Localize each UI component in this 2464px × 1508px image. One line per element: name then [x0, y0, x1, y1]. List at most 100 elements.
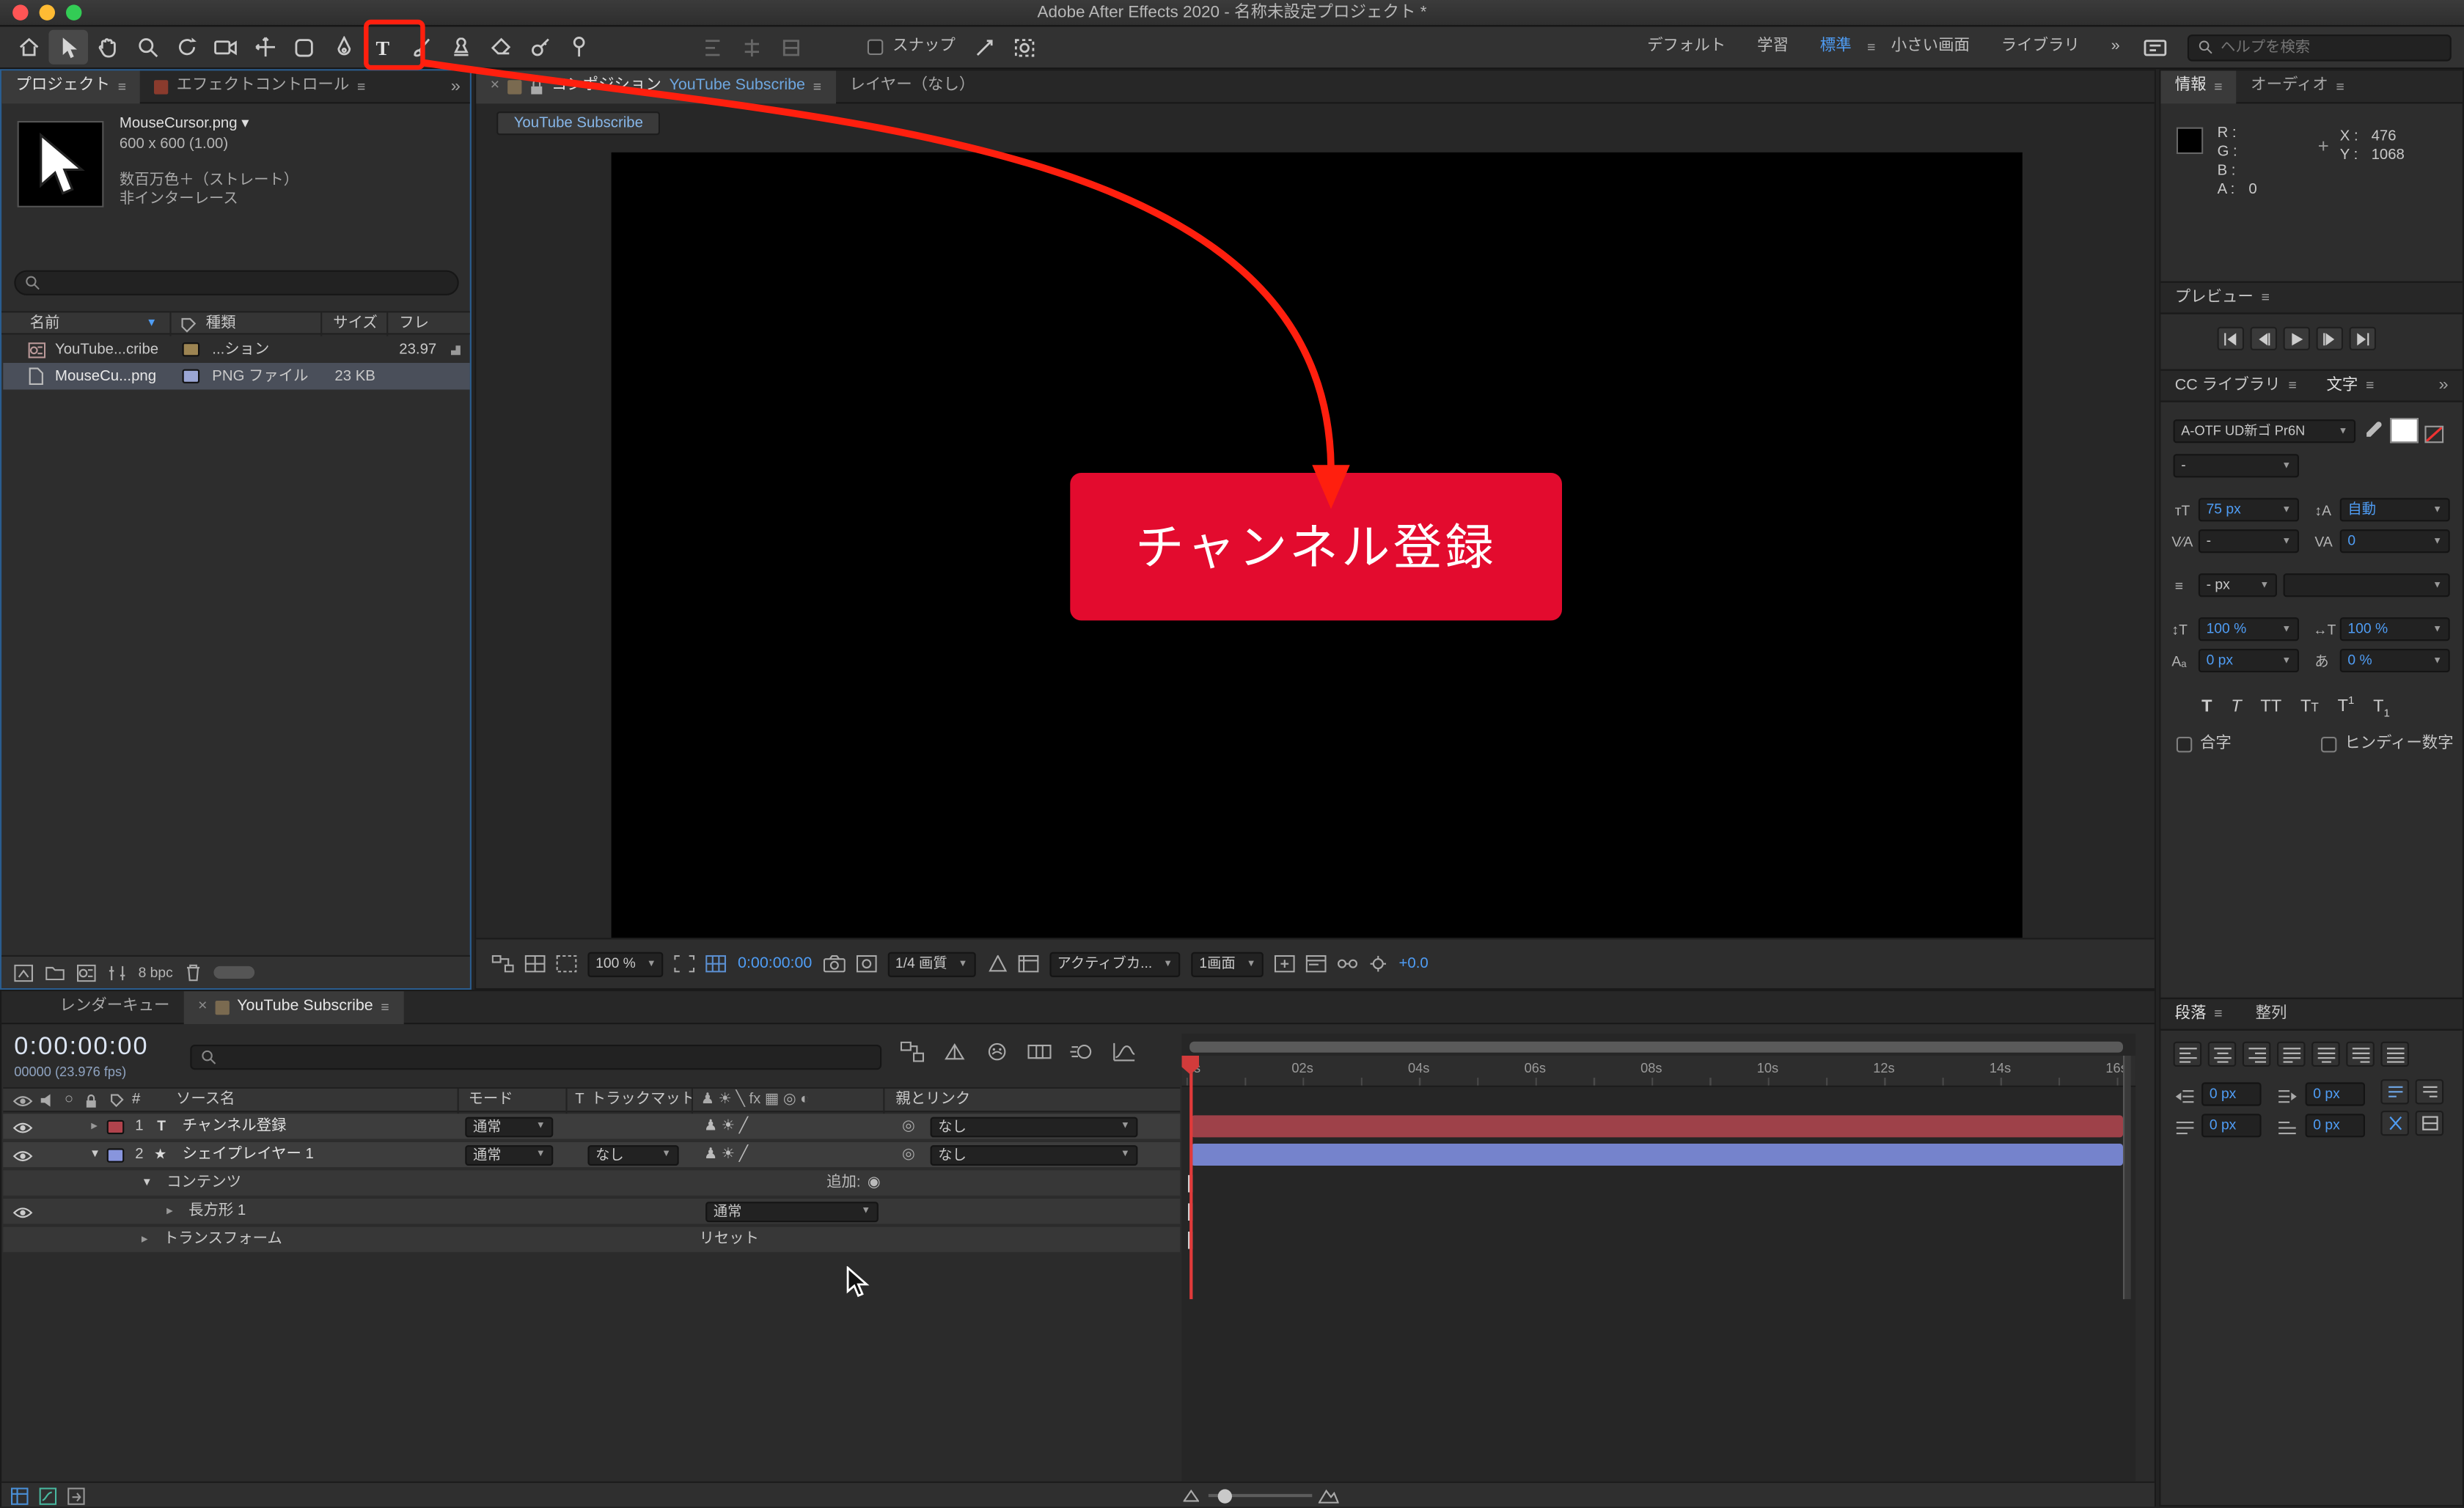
- scrollbar-thumb[interactable]: [213, 966, 255, 979]
- frame-blending-icon[interactable]: [1027, 1042, 1052, 1062]
- lock-icon[interactable]: [529, 78, 543, 95]
- project-row-png-selected[interactable]: MouseCu...png PNG ファイル 23 KB: [3, 362, 470, 390]
- layer-row-1[interactable]: ▸ 1 T チャンネル登録 通常 ▼ ♟ ☀ ╱ ◎ なし ▼: [3, 1114, 1181, 1141]
- hand-tool[interactable]: [88, 30, 128, 65]
- collapse-arrow-icon[interactable]: ▼: [142, 1177, 153, 1188]
- next-frame-button[interactable]: [2316, 326, 2343, 350]
- tsume-preset-select[interactable]: ▼: [2283, 573, 2450, 597]
- zoom-in-mountain-icon[interactable]: [1318, 1486, 1339, 1504]
- stroke-color-swatch[interactable]: [2424, 425, 2444, 444]
- pan-behind-tool[interactable]: [245, 30, 285, 65]
- eye-icon[interactable]: [12, 1150, 33, 1163]
- rotate-tool[interactable]: [166, 30, 206, 65]
- expand-layers-toggle-icon[interactable]: [11, 1487, 29, 1505]
- blend-mode-select[interactable]: 通常 ▼: [465, 1144, 554, 1165]
- vertical-scale-select[interactable]: 100 % ▼: [2198, 617, 2299, 641]
- channel-grid-icon[interactable]: [524, 955, 546, 973]
- eye-icon[interactable]: [12, 1122, 33, 1134]
- time-ruler[interactable]: 0s 02s 04s 06s 08s 10s 12s 14s 16s: [1181, 1056, 2136, 1087]
- layer-label-chip[interactable]: [106, 1148, 125, 1163]
- reset-link[interactable]: リセット: [700, 1232, 759, 1247]
- workspace-default[interactable]: デフォルト: [1647, 38, 1726, 55]
- space-after-field[interactable]: 0 px: [2305, 1114, 2365, 1138]
- project-bit-depth[interactable]: 8 bpc: [139, 965, 173, 979]
- statusbar-timecode[interactable]: 0:00:00:00: [738, 955, 812, 971]
- indent-left-field[interactable]: 0 px: [2201, 1082, 2262, 1106]
- text-direction-rtl-button[interactable]: [2415, 1079, 2444, 1105]
- blend-mode-select[interactable]: 通常 ▼: [465, 1116, 554, 1137]
- tab-audio[interactable]: オーディオ ≡: [2237, 70, 2358, 103]
- justify-last-right-button[interactable]: [2346, 1041, 2375, 1067]
- fill-color-swatch[interactable]: [2390, 418, 2419, 444]
- layer-name[interactable]: シェイプレイヤー 1: [183, 1147, 314, 1162]
- tab-cc-libraries[interactable]: CC ライブラリ: [2175, 377, 2281, 393]
- zoom-tool[interactable]: [128, 30, 167, 65]
- horizontal-scale-select[interactable]: 100 % ▼: [2339, 617, 2450, 641]
- workspace-small-screen[interactable]: 小さい画面: [1891, 38, 1970, 55]
- layer-label-chip[interactable]: [106, 1119, 125, 1135]
- tsume-value-select[interactable]: - px ▼: [2198, 573, 2277, 597]
- property-row-contents[interactable]: ▼ コンテンツ 追加: ◉: [3, 1170, 1181, 1197]
- indent-right-field[interactable]: 0 px: [2305, 1082, 2365, 1106]
- collapse-arrow-icon[interactable]: ▼: [89, 1150, 100, 1161]
- timeline-search-input[interactable]: [224, 1048, 871, 1066]
- space-before-field[interactable]: 0 px: [2201, 1114, 2262, 1138]
- snap-options-icon[interactable]: [965, 30, 1005, 65]
- new-folder-icon[interactable]: [45, 965, 65, 981]
- last-frame-button[interactable]: [2349, 326, 2376, 350]
- baseline-shift-select[interactable]: 0 px ▼: [2198, 649, 2299, 673]
- justify-all-button[interactable]: [2380, 1041, 2409, 1067]
- tab-info[interactable]: 情報 ≡: [2160, 70, 2237, 103]
- draft-3d-icon[interactable]: [943, 1042, 967, 1062]
- zoom-slider-handle[interactable]: [1217, 1488, 1232, 1503]
- transfer-toggle-icon[interactable]: [67, 1487, 85, 1505]
- eye-icon[interactable]: [12, 1207, 33, 1219]
- workspace-overflow-icon[interactable]: »: [2111, 38, 2120, 55]
- justify-last-left-button[interactable]: [2277, 1041, 2306, 1067]
- pen-tool[interactable]: [323, 30, 363, 65]
- expand-arrow-icon[interactable]: ▸: [142, 1232, 148, 1246]
- pickwhip-icon[interactable]: ◎: [902, 1147, 915, 1162]
- eyedropper-icon[interactable]: [2365, 421, 2383, 440]
- kinsoku-button[interactable]: [2380, 1111, 2409, 1136]
- timeline-columns-header[interactable]: ○ # ソース名 モード T トラックマット ♟ ☀ ╲ fx ▦ ◎ ◐ 親と…: [3, 1086, 1181, 1114]
- ligatures-option[interactable]: 合字: [2176, 736, 2232, 753]
- project-row-composition[interactable]: YouTube...cribe ...ション 23.97: [3, 336, 469, 363]
- mojikumi-button[interactable]: [2415, 1111, 2444, 1136]
- hindi-digits-option[interactable]: ヒンディー数字: [2321, 736, 2454, 753]
- shared-project-icon[interactable]: [2135, 30, 2175, 65]
- workspace-menu-icon[interactable]: ≡: [1867, 40, 1875, 54]
- tab-layer-viewer[interactable]: レイヤー（なし）: [835, 70, 989, 103]
- tab-project[interactable]: プロジェクト ≡: [1, 70, 141, 103]
- camera-select[interactable]: アクティブカ... ▼: [1049, 951, 1181, 976]
- close-tab-icon[interactable]: ×: [491, 78, 500, 94]
- align-left-button[interactable]: [2173, 1041, 2202, 1067]
- faux-bold-button[interactable]: T: [2201, 698, 2212, 716]
- region-of-interest-icon[interactable]: [675, 955, 696, 973]
- project-columns-header[interactable]: 名前 ▼ 種類 サイズ フレ: [1, 311, 470, 336]
- faux-italic-button[interactable]: T: [2231, 698, 2241, 716]
- tab-composition-viewer[interactable]: × コンポジション YouTube Subscribe ≡: [476, 70, 836, 103]
- snap-checkbox[interactable]: [867, 39, 884, 55]
- layer-bar-1[interactable]: [1191, 1115, 2123, 1138]
- track-matte-select[interactable]: なし ▼: [587, 1144, 679, 1165]
- panel-menu-icon[interactable]: ≡: [381, 999, 389, 1014]
- tab-effect-controls[interactable]: エフェクトコントロール ≡: [140, 70, 379, 103]
- property-name[interactable]: トランスフォーム: [164, 1232, 282, 1247]
- layer-name[interactable]: チャンネル登録: [183, 1119, 287, 1133]
- all-caps-button[interactable]: TT: [2260, 698, 2281, 716]
- label-color-chip[interactable]: [182, 369, 200, 383]
- zoom-out-mountain-icon[interactable]: [1183, 1489, 1199, 1502]
- expand-arrow-icon[interactable]: ▸: [91, 1119, 98, 1133]
- playhead-line[interactable]: [1189, 1056, 1192, 1300]
- close-tab-icon[interactable]: ×: [198, 998, 208, 1015]
- puppet-pin-tool[interactable]: [560, 30, 599, 65]
- flowchart-icon[interactable]: [491, 955, 514, 973]
- tab-overflow-icon[interactable]: »: [451, 77, 461, 95]
- add-menu-icon[interactable]: ◉: [868, 1175, 881, 1190]
- new-composition-icon[interactable]: [77, 963, 96, 982]
- layer-switches[interactable]: ♟ ☀ ╱: [704, 1147, 748, 1162]
- text-tool[interactable]: T: [363, 30, 403, 65]
- expand-arrow-icon[interactable]: ▸: [166, 1204, 173, 1218]
- workspace-standard[interactable]: 標準: [1820, 38, 1852, 55]
